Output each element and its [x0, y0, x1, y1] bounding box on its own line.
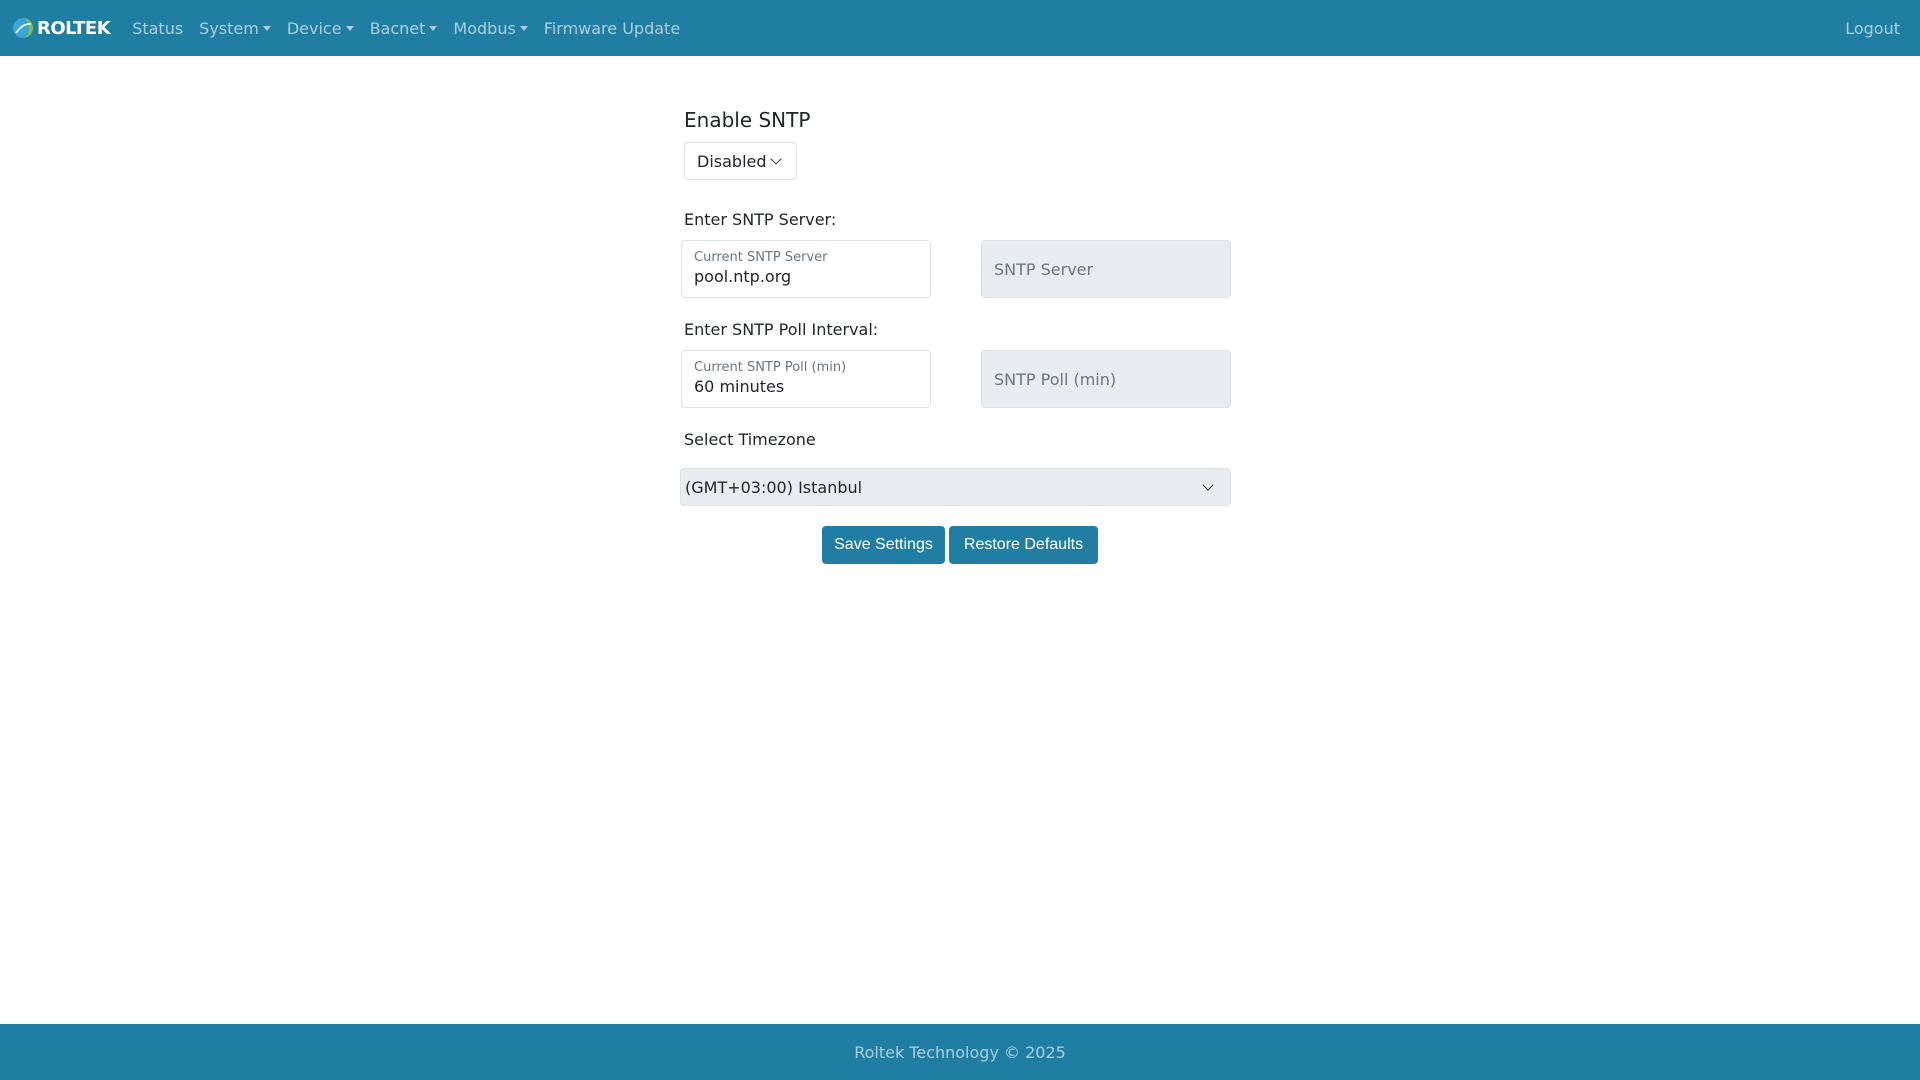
chevron-down-icon	[1202, 479, 1214, 491]
current-sntp-server-field: Current SNTP Server pool.ntp.org	[681, 240, 931, 298]
timezone-select[interactable]: (GMT+03:00) Istanbul	[680, 468, 1231, 506]
enable-sntp-select[interactable]: Disabled	[684, 142, 797, 180]
caret-down-icon	[262, 25, 271, 31]
nav-system[interactable]: System	[191, 0, 279, 56]
footer-text: Roltek Technology © 2025	[854, 1042, 1066, 1062]
current-sntp-poll-field: Current SNTP Poll (min) 60 minutes	[681, 350, 931, 408]
nav-firmware-update[interactable]: Firmware Update	[536, 0, 688, 56]
nav-modbus[interactable]: Modbus	[445, 0, 535, 56]
current-sntp-poll-value: 60 minutes	[694, 377, 785, 396]
footer: Roltek Technology © 2025	[0, 1024, 1920, 1080]
caret-down-icon	[429, 25, 438, 31]
caret-down-icon	[345, 25, 354, 31]
nav-bacnet[interactable]: Bacnet	[362, 0, 446, 56]
enable-sntp-value: Disabled	[697, 151, 767, 171]
sntp-poll-label: Enter SNTP Poll Interval:	[684, 320, 879, 339]
current-sntp-server-label: Current SNTP Server	[694, 250, 828, 265]
logout-link[interactable]: Logout	[1845, 0, 1900, 56]
chevron-down-icon	[770, 153, 782, 165]
nav-status-label: Status	[132, 18, 184, 38]
nav-modbus-label: Modbus	[453, 18, 516, 38]
restore-defaults-button[interactable]: Restore Defaults	[949, 526, 1098, 564]
caret-down-icon	[519, 25, 528, 31]
nav-status[interactable]: Status	[124, 0, 191, 56]
roltek-logo-icon	[13, 18, 33, 38]
timezone-value: (GMT+03:00) Istanbul	[685, 477, 863, 497]
sntp-server-label: Enter SNTP Server:	[684, 210, 837, 229]
timezone-label: Select Timezone	[684, 430, 816, 449]
brand-name: ROLTEK	[37, 17, 111, 39]
nav-device[interactable]: Device	[279, 0, 362, 56]
current-sntp-poll-label: Current SNTP Poll (min)	[694, 360, 847, 375]
sntp-poll-placeholder: SNTP Poll (min)	[994, 369, 1117, 389]
sntp-server-placeholder: SNTP Server	[994, 259, 1094, 279]
nav-bacnet-label: Bacnet	[369, 18, 426, 38]
nav-device-label: Device	[286, 18, 342, 38]
sntp-server-input[interactable]: SNTP Server	[981, 240, 1231, 298]
top-navbar: ROLTEK Status System Device Bacnet Modbu…	[0, 0, 1920, 56]
current-sntp-server-value: pool.ntp.org	[694, 267, 792, 286]
enable-sntp-heading: Enable SNTP	[684, 108, 811, 132]
nav-firmware-update-label: Firmware Update	[543, 18, 681, 38]
save-settings-button[interactable]: Save Settings	[822, 526, 945, 564]
nav-system-label: System	[199, 18, 259, 38]
brand[interactable]: ROLTEK	[12, 17, 111, 39]
sntp-poll-input[interactable]: SNTP Poll (min)	[981, 350, 1231, 408]
